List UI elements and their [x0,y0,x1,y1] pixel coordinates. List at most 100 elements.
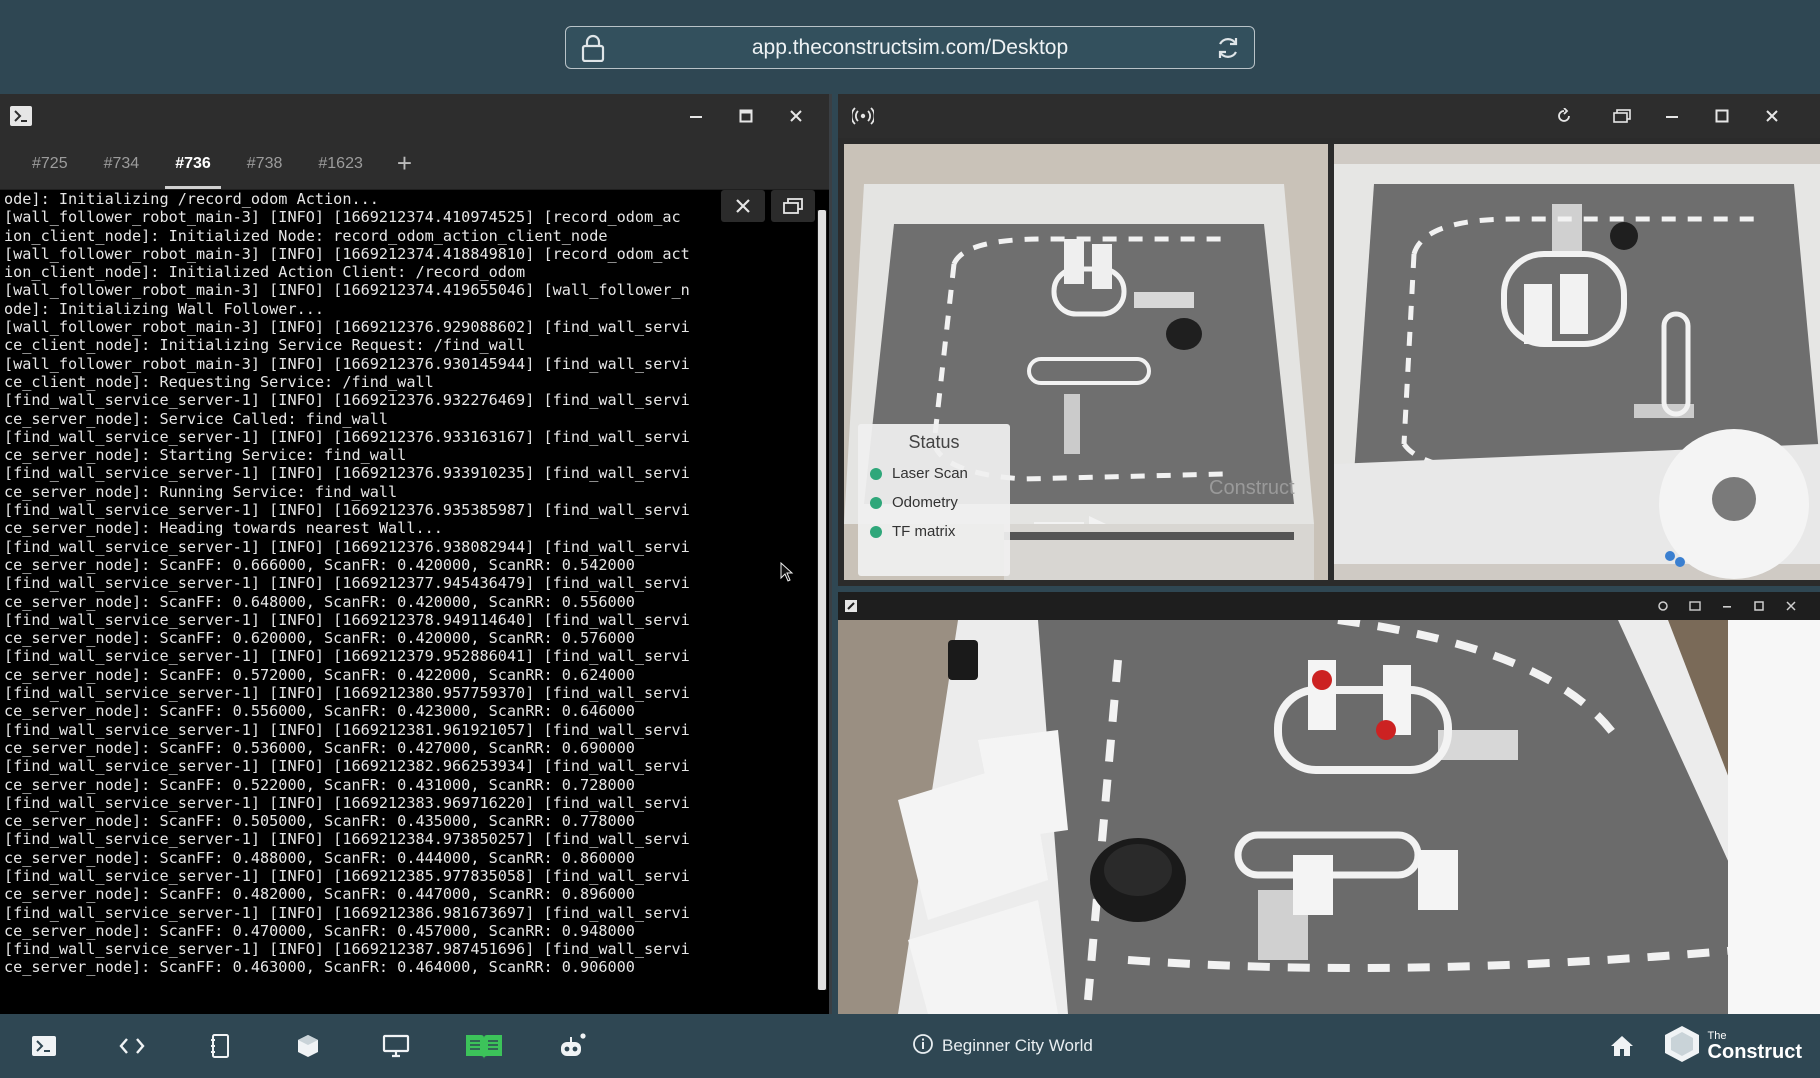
terminal-line: [find_wall_service_server-1] [INFO] [166… [4,830,690,849]
bottom-dock: Beginner City World The Construct [0,1014,1820,1078]
simulation-view-left[interactable]: Construct Status Laser Scan Odometry TF … [844,144,1328,580]
terminal-scrollbar[interactable] [817,210,827,990]
terminal-line: [find_wall_service_server-1] [INFO] [166… [4,793,690,812]
terminal-line: ce_client_node]: Initializing Service Re… [4,336,526,355]
reload-icon[interactable] [1214,34,1242,68]
terminal-tab-bar: #725 #734 #736 #738 #1623 + [0,138,829,190]
close-icon[interactable] [1776,592,1806,620]
robot-camera-feed[interactable] [838,620,1820,1014]
tab-738[interactable]: #738 [229,138,301,189]
status-title: Status [908,432,960,452]
mouse-cursor-icon [780,561,794,587]
code-editor-icon[interactable] [100,1014,164,1078]
url-text: app.theconstructsim.com/Desktop [751,35,1069,59]
terminal-line: ce_server_node]: Running Service: find_w… [4,482,398,501]
detach-icon[interactable] [771,190,815,222]
minimize-icon[interactable] [1712,592,1742,620]
tab-1623[interactable]: #1623 [300,138,381,189]
terminal-line: ce_server_node]: Starting Service: find_… [4,446,407,465]
terminal-line: ce_server_node]: Service Called: find_wa… [4,409,389,428]
minimize-icon[interactable] [1652,94,1692,138]
robot-camera-image [838,620,1820,1014]
terminal-line: ce_server_node]: ScanFF: 0.505000, ScanF… [4,812,635,831]
maximize-icon[interactable] [1744,592,1774,620]
close-icon[interactable] [721,190,765,222]
terminal-line: ce_server_node]: ScanFF: 0.463000, ScanF… [4,958,635,977]
terminal-icon [10,106,32,131]
refresh-icon[interactable] [1544,94,1584,138]
terminal-line: [find_wall_service_server-1] [INFO] [166… [4,866,690,885]
course-book-icon[interactable] [452,1014,516,1078]
terminal-window: #725 #734 #736 #738 #1623 + ode]: Initia… [0,94,832,1014]
terminal-line: ce_server_node]: ScanFF: 0.470000, ScanF… [4,921,635,940]
status-label: TF matrix [892,523,956,540]
brand-big-text: Construct [1707,1041,1802,1063]
rviz-window: Construct Status Laser Scan Odometry TF … [838,94,1820,586]
close-icon[interactable] [1752,94,1792,138]
status-ok-icon [870,496,882,509]
status-ok-icon [870,525,882,538]
terminal-line: [find_wall_service_server-1] [INFO] [166… [4,537,690,556]
maximize-icon[interactable] [726,94,766,138]
rviz-titlebar [838,94,1820,138]
gazebo-icon[interactable] [276,1014,340,1078]
minimize-icon[interactable] [676,94,716,138]
terminal-line: ce_server_node]: ScanFF: 0.666000, ScanF… [4,555,635,574]
add-tab-button[interactable]: + [381,138,428,189]
camera-titlebar [838,592,1820,620]
maximize-icon[interactable] [1702,94,1742,138]
terminal-line: ce_server_node]: ScanFF: 0.556000, ScanF… [4,702,635,721]
construct-logo[interactable]: The Construct [1662,1024,1802,1069]
construct-logo-icon [1662,1024,1702,1069]
terminal-overlay-buttons [721,190,815,222]
expand-icon[interactable] [844,599,858,618]
terminal-line: [find_wall_service_server-1] [INFO] [166… [4,391,690,410]
home-icon[interactable] [1590,1014,1654,1078]
terminal-line: [wall_follower_robot_main-3] [INFO] [166… [4,281,690,300]
tab-725[interactable]: #725 [14,138,86,189]
terminal-line: ion_client_node]: Initialized Action Cli… [4,263,526,282]
terminal-line: [wall_follower_robot_main-3] [INFO] [166… [4,244,690,263]
terminal-line: [wall_follower_robot_main-3] [INFO] [166… [4,354,690,373]
tab-736[interactable]: #736 [157,138,229,189]
terminal-line: [find_wall_service_server-1] [INFO] [166… [4,903,690,922]
terminal-line: [find_wall_service_server-1] [INFO] [166… [4,684,690,703]
camera-window [838,592,1820,1014]
terminal-line: ion_client_node]: Initialized Node: reco… [4,226,608,245]
broadcast-icon [850,106,876,131]
terminal-line: [find_wall_service_server-1] [INFO] [166… [4,610,690,629]
city-track-top-image [1334,144,1820,580]
notebook-icon[interactable] [188,1014,252,1078]
world-indicator[interactable]: Beginner City World [912,1014,1093,1078]
url-bar[interactable]: app.theconstructsim.com/Desktop [565,26,1255,69]
terminal-line: ce_server_node]: ScanFF: 0.648000, ScanF… [4,592,635,611]
status-item-tf-matrix: TF matrix [870,523,998,540]
close-icon[interactable] [776,94,816,138]
status-item-laser-scan: Laser Scan [870,465,998,482]
terminal-line: ce_server_node]: ScanFF: 0.488000, ScanF… [4,848,635,867]
tab-734[interactable]: #734 [86,138,158,189]
terminal-line: [wall_follower_robot_main-3] [INFO] [166… [4,208,681,227]
scrollbar-thumb[interactable] [818,210,826,990]
terminal-titlebar [0,94,829,138]
desktop-icon[interactable] [364,1014,428,1078]
terminal-line: [find_wall_service_server-1] [INFO] [166… [4,940,690,959]
terminal-line: [find_wall_service_server-1] [INFO] [166… [4,647,690,666]
terminal-line: [wall_follower_robot_main-3] [INFO] [166… [4,318,690,337]
terminal-output[interactable]: ode]: Initializing /record_odom Action..… [0,190,820,990]
terminal-line: [find_wall_service_server-1] [INFO] [166… [4,427,690,446]
terminal-line: ce_server_node]: ScanFF: 0.482000, ScanF… [4,885,635,904]
terminal-line: ce_client_node]: Requesting Service: /fi… [4,372,434,391]
joystick-knob[interactable] [1712,477,1756,521]
detach-icon[interactable] [1680,592,1710,620]
status-label: Odometry [892,494,958,511]
terminal-line: [find_wall_service_server-1] [INFO] [166… [4,464,690,483]
detach-icon[interactable] [1602,94,1642,138]
terminal-icon[interactable] [12,1014,76,1078]
world-label: Beginner City World [942,1036,1093,1055]
robot-icon[interactable] [540,1014,604,1078]
refresh-icon[interactable] [1648,592,1678,620]
simulation-view-right[interactable] [1334,144,1820,580]
info-icon [912,1033,934,1060]
lock-icon [580,34,606,68]
